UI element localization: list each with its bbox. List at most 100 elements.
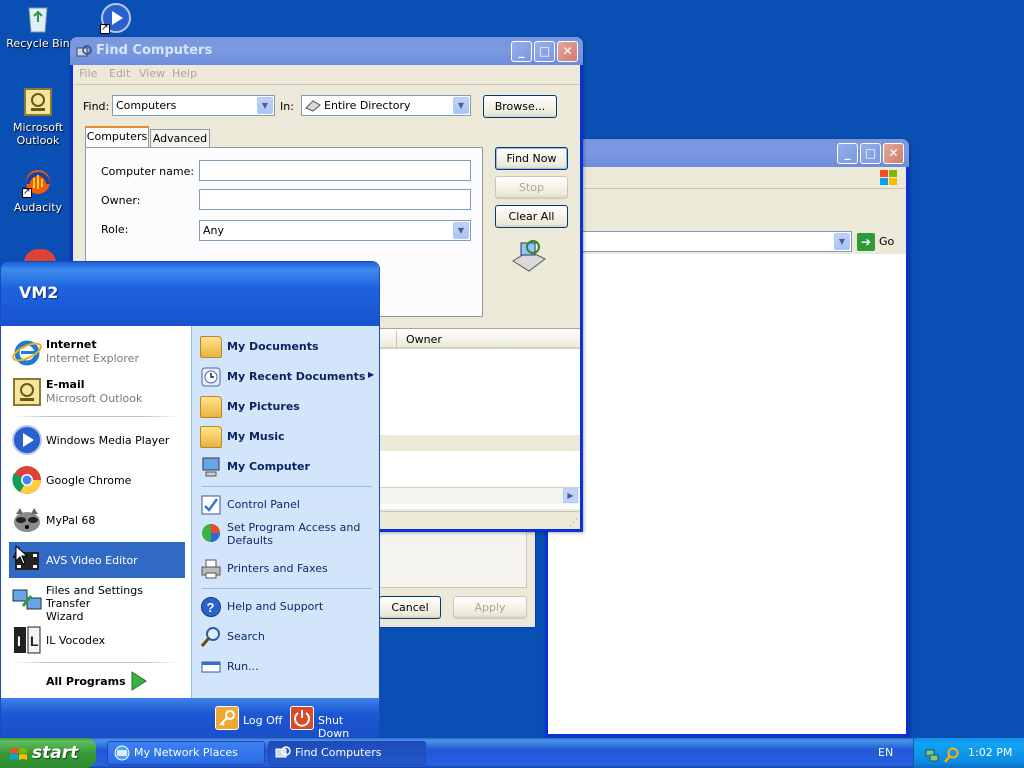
scroll-right-icon[interactable]: ▶	[563, 488, 578, 503]
network-address-bar: ▼ ➔ Go	[548, 230, 906, 254]
places-my-music[interactable]: My Music	[198, 424, 376, 450]
my-documents-icon	[200, 336, 222, 358]
my-music-icon	[200, 426, 222, 448]
find-now-button[interactable]: Find Now	[495, 147, 568, 170]
media-player-shortcut-icon	[100, 2, 132, 35]
browse-button[interactable]: Browse...	[483, 95, 557, 118]
chevron-down-icon[interactable]: ▼	[453, 97, 469, 114]
search-tray-icon[interactable]	[944, 745, 960, 763]
help-and-support[interactable]: ? Help and Support	[198, 594, 376, 620]
chevron-down-icon[interactable]: ▼	[834, 233, 850, 250]
network-content-area[interactable]	[548, 254, 906, 734]
system-control-panel[interactable]: Control Panel	[198, 492, 376, 518]
in-scope-value: Entire Directory	[324, 99, 411, 112]
shut-down-button[interactable]: Shut Down	[290, 706, 376, 737]
start-button[interactable]: start	[0, 738, 96, 768]
places-my-computer[interactable]: My Computer	[198, 454, 376, 480]
windows-flag-icon	[9, 744, 29, 762]
in-scope-select[interactable]: Entire Directory ▼	[301, 95, 471, 116]
desktop-icon-outlook[interactable]: Microsoft Outlook	[0, 86, 76, 147]
go-button-label[interactable]: Go	[879, 235, 894, 248]
menu-file[interactable]: File	[79, 67, 97, 80]
printer-icon	[200, 558, 222, 580]
system-tray: 1:02 PM	[913, 738, 1024, 768]
recent-google-chrome[interactable]: Google Chrome	[9, 462, 185, 498]
computer-name-input[interactable]	[199, 160, 471, 181]
desktop-icon-recycle-bin[interactable]: Recycle Bin	[0, 2, 76, 50]
media-player-icon	[11, 424, 43, 456]
places-my-documents[interactable]: My Documents	[198, 334, 376, 360]
system-printers-faxes[interactable]: Printers and Faxes	[198, 556, 376, 582]
maximize-icon[interactable]: □	[534, 41, 555, 62]
cancel-button[interactable]: Cancel	[379, 596, 441, 619]
network-places-titlebar[interactable]: _ □ ✕	[545, 139, 909, 167]
results-column-owner[interactable]: Owner	[406, 333, 442, 346]
my-computer-icon	[200, 456, 222, 478]
network-tray-icon[interactable]	[924, 745, 940, 762]
help-icon: ?	[200, 596, 222, 618]
log-off-button[interactable]: Log Off	[215, 706, 283, 732]
owner-input[interactable]	[199, 189, 471, 210]
places-my-pictures[interactable]: My Pictures	[198, 394, 376, 420]
menu-divider	[73, 84, 580, 85]
recent-files-settings-transfer[interactable]: Files and Settings Transfer Wizard	[9, 582, 185, 623]
find-computers-title: Find Computers	[96, 43, 213, 58]
user-name: VM2	[19, 283, 59, 302]
stop-button[interactable]: Stop	[495, 176, 568, 199]
start-menu[interactable]: VM2 Internet Internet Explorer E-mail Mi…	[0, 261, 380, 738]
network-toolbar	[548, 190, 906, 230]
network-places-window[interactable]: _ □ ✕ ▼ ➔ Go	[545, 139, 909, 737]
outlook-label: Microsoft Outlook	[12, 121, 64, 147]
recent-il-vocodex[interactable]: IL IL Vocodex	[9, 622, 185, 658]
search-item[interactable]: Search	[198, 624, 376, 650]
role-select[interactable]: Any ▼	[199, 220, 471, 241]
all-programs-button[interactable]: All Programs	[9, 668, 185, 694]
recent-avs-video-editor[interactable]: AVS Video Editor	[9, 542, 185, 578]
desktop-icon-media-player-shortcut[interactable]	[78, 2, 154, 37]
menu-view[interactable]: View	[139, 67, 165, 80]
clear-all-button[interactable]: Clear All	[495, 205, 568, 228]
go-arrow-icon[interactable]: ➔	[857, 233, 875, 251]
close-icon[interactable]: ✕	[557, 41, 578, 62]
menu-help[interactable]: Help	[172, 67, 197, 80]
recent-mypal[interactable]: MyPal 68	[9, 502, 185, 538]
start-menu-places: My Documents My Recent Documents ▶ My Pi…	[191, 326, 379, 698]
role-value: Any	[203, 224, 225, 237]
find-type-select[interactable]: Computers ▼	[112, 95, 275, 116]
find-computers-titlebar[interactable]: Find Computers _ □ ✕	[70, 37, 583, 65]
clock[interactable]: 1:02 PM	[968, 738, 1012, 768]
background-dialog: Cancel Apply	[378, 530, 536, 628]
tab-advanced[interactable]: Advanced	[150, 129, 210, 148]
power-icon	[290, 706, 314, 730]
task-my-network-places[interactable]: My Network Places	[107, 741, 265, 765]
minimize-icon[interactable]: _	[511, 41, 532, 62]
green-arrow-icon	[129, 670, 149, 692]
background-dialog-panel	[379, 530, 527, 588]
apply-button[interactable]: Apply	[453, 596, 527, 619]
audacity-icon	[22, 166, 54, 199]
pinned-internet[interactable]: Internet Internet Explorer	[9, 334, 185, 370]
directory-icon	[305, 98, 321, 112]
desktop-icon-audacity[interactable]: Audacity	[0, 166, 76, 214]
pinned-email[interactable]: E-mail Microsoft Outlook	[9, 374, 185, 410]
chevron-down-icon[interactable]: ▼	[453, 222, 469, 239]
task-find-computers[interactable]: Find Computers	[268, 741, 426, 765]
task-label: My Network Places	[134, 746, 238, 759]
search-icon	[200, 626, 222, 648]
start-menu-separator	[13, 662, 179, 663]
system-set-program-access[interactable]: Set Program Access and Defaults	[198, 520, 376, 552]
minimize-icon[interactable]: _	[837, 143, 858, 164]
chrome-icon	[11, 464, 43, 496]
close-icon[interactable]: ✕	[883, 143, 904, 164]
resize-grip-icon[interactable]: ⋰	[569, 518, 578, 528]
recent-windows-media-player[interactable]: Windows Media Player	[9, 422, 185, 458]
run-item[interactable]: Run...	[198, 654, 376, 680]
language-indicator[interactable]: EN	[878, 746, 893, 759]
tab-computers[interactable]: Computers	[85, 126, 149, 148]
chevron-down-icon[interactable]: ▼	[257, 97, 273, 114]
menu-edit[interactable]: Edit	[109, 67, 130, 80]
places-my-recent-documents[interactable]: My Recent Documents ▶	[198, 364, 376, 390]
maximize-icon[interactable]: □	[860, 143, 881, 164]
address-combo[interactable]: ▼	[548, 231, 852, 252]
find-type-value: Computers	[116, 99, 177, 112]
